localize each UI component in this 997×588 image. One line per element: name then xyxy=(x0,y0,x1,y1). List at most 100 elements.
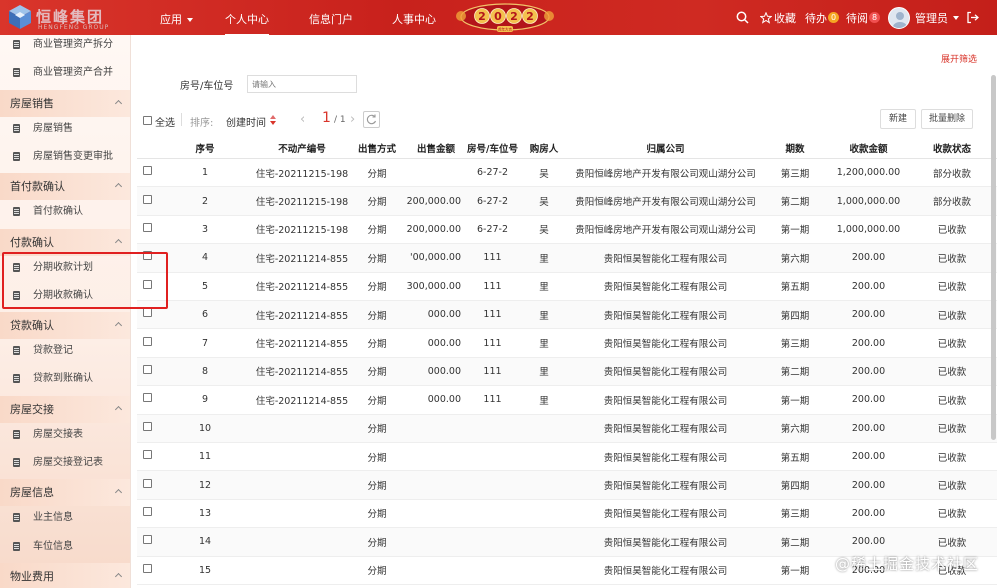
sidebar-item-18[interactable]: 车位信息 xyxy=(0,533,130,561)
row-checkbox[interactable] xyxy=(143,506,152,516)
sidebar-item-6[interactable]: 首付款确认 xyxy=(0,198,130,226)
table-row[interactable]: 9 住宅-20211214-855 分期 000.00 111 里 贵阳恒昊智能化工程有限公… xyxy=(137,386,997,415)
sort-field-created-time[interactable]: 创建时间 xyxy=(226,114,266,129)
table-row[interactable]: 6 住宅-20211214-855 分期 000.00 111 里 贵阳恒昊智能化工程有限公… xyxy=(137,301,997,330)
cell-payment-status: 已收款 xyxy=(937,225,967,237)
user-menu[interactable]: 管理员 xyxy=(888,0,959,35)
sidebar-item-12[interactable]: 贷款到账确认 xyxy=(0,365,130,393)
nav-personal-center[interactable]: 个人中心 xyxy=(225,11,269,36)
sidebar-group-10[interactable]: 贷款确认 xyxy=(0,312,130,340)
column-header-received-amount[interactable]: 收款金额 xyxy=(820,137,917,158)
sort-arrows-icon[interactable] xyxy=(270,115,276,125)
document-icon xyxy=(13,68,20,78)
column-header-seq[interactable]: 序号 xyxy=(187,137,223,158)
batch-delete-button[interactable]: 批量删除 xyxy=(921,109,973,129)
todo-button[interactable]: 待办 0 xyxy=(805,0,839,35)
next-page-icon[interactable]: › xyxy=(350,112,355,127)
cell-room-no xyxy=(465,471,520,498)
row-checkbox-cell xyxy=(143,159,155,186)
column-header-period[interactable]: 期数 xyxy=(770,137,820,158)
vertical-scrollbar[interactable] xyxy=(991,75,996,440)
expand-filter-link[interactable]: 展开筛选 xyxy=(941,52,977,65)
column-header-property-no[interactable]: 不动产编号 xyxy=(252,137,352,158)
to-read-button[interactable]: 待阅 8 xyxy=(846,0,880,35)
table-row[interactable]: 2 住宅-20211215-198 分期 ,200,000.00 6-27-2 吴 贵阳恒峰… xyxy=(137,187,997,216)
cell-room-no: 111 xyxy=(483,280,502,292)
cell-payment-status: 已收款 xyxy=(937,424,967,436)
caret-down-icon xyxy=(953,15,959,20)
column-header-room-no[interactable]: 房号/车位号 xyxy=(465,137,520,158)
sidebar-item-0[interactable]: 商业管理资产拆分 xyxy=(0,35,130,59)
table-row[interactable]: 10 分期 贵阳恒昊智能化工程有限公司 第六期 200.00 已收款 xyxy=(137,414,997,443)
row-checkbox[interactable] xyxy=(143,421,152,431)
cell-room-no: 111 xyxy=(483,394,502,406)
sidebar-group-13[interactable]: 房屋交接 xyxy=(0,395,130,423)
row-checkbox[interactable] xyxy=(143,393,152,403)
sidebar-item-label: 车位信息 xyxy=(33,540,73,552)
row-checkbox[interactable] xyxy=(143,308,152,318)
row-checkbox[interactable] xyxy=(143,478,152,488)
star-icon xyxy=(760,11,772,24)
sidebar-group-19[interactable]: 物业费用 xyxy=(0,562,130,588)
sidebar-item-17[interactable]: 业主信息 xyxy=(0,504,130,532)
nav-hr-center[interactable]: 人事中心 xyxy=(392,11,436,27)
room-number-input[interactable] xyxy=(247,75,357,93)
column-header-buyer[interactable]: 购房人 xyxy=(525,137,563,158)
sidebar-item-label: 房屋销售变更审批 xyxy=(33,150,113,162)
column-header-sale-amount[interactable]: 出售金额 xyxy=(407,137,465,158)
sidebar-item-15[interactable]: 房屋交接登记表 xyxy=(0,449,130,477)
column-header-company[interactable]: 归属公司 xyxy=(563,137,768,158)
sidebar-group-2[interactable]: 房屋销售 xyxy=(0,89,130,117)
sidebar-item-11[interactable]: 贷款登记 xyxy=(0,337,130,365)
sidebar-group-16[interactable]: 房屋信息 xyxy=(0,479,130,507)
table-row[interactable]: 5 住宅-20211214-855 分期 300,000.00 111 里 贵阳恒昊智能化工… xyxy=(137,273,997,301)
nav-apps[interactable]: 应用 xyxy=(160,11,193,27)
row-checkbox[interactable] xyxy=(143,450,152,460)
chevron-up-icon xyxy=(114,238,123,246)
table-row[interactable]: 12 分期 贵阳恒昊智能化工程有限公司 第四期 200.00 已收款 xyxy=(137,471,997,500)
prev-page-icon[interactable]: ‹ xyxy=(300,112,305,127)
row-checkbox[interactable] xyxy=(143,336,152,346)
row-checkbox[interactable] xyxy=(143,535,152,545)
table-row[interactable]: 8 住宅-20211214-855 分期 000.00 111 里 贵阳恒昊智能化工程有限公… xyxy=(137,357,997,387)
sidebar-item-3[interactable]: 房屋销售 xyxy=(0,115,130,143)
cell-sale-method: 分期 xyxy=(367,253,387,265)
table-row[interactable]: 13 分期 贵阳恒昊智能化工程有限公司 第三期 200.00 已收款 xyxy=(137,500,997,529)
row-checkbox[interactable] xyxy=(143,222,152,232)
table-row[interactable]: 4 住宅-20211214-855 分期 '00,000.00 111 里 贵阳恒昊智能化工… xyxy=(137,244,997,273)
column-header-payment-status[interactable]: 收款状态 xyxy=(917,137,987,158)
cell-property-no: 住宅-20211215-198 xyxy=(255,225,349,237)
document-icon xyxy=(13,123,20,133)
logout-icon[interactable] xyxy=(966,11,979,24)
nav-info-portal[interactable]: 信息门户 xyxy=(309,11,353,27)
cell-room-no: 111 xyxy=(483,252,502,264)
sidebar-item-14[interactable]: 房屋交接表 xyxy=(0,421,130,449)
table-row[interactable]: 1 住宅-20211215-198 分期 6-27-2 吴 贵阳恒峰房地产开发有限公司观山… xyxy=(137,159,997,188)
select-all-checkbox[interactable] xyxy=(143,116,152,125)
cell-payment-status: 已收款 xyxy=(937,481,967,493)
cell-buyer xyxy=(525,443,563,470)
refresh-button[interactable] xyxy=(363,111,380,128)
select-all-label[interactable]: 全选 xyxy=(155,114,175,129)
banner-digit-2: 0 xyxy=(494,10,502,23)
row-checkbox[interactable] xyxy=(143,563,152,573)
column-header-sale-method[interactable]: 出售方式 xyxy=(352,137,402,158)
new-button[interactable]: 新建 xyxy=(880,109,916,129)
table-row[interactable]: 3 住宅-20211215-198 分期 200,000.00 6-27-2 吴 贵阳恒峰房… xyxy=(137,216,997,245)
favorites-button[interactable]: 收藏 xyxy=(760,0,796,35)
cell-property-no: 住宅-20211214-855 xyxy=(255,253,349,265)
sidebar-group-5[interactable]: 首付款确认 xyxy=(0,173,130,201)
cell-sale-method: 分期 xyxy=(367,367,387,379)
cell-sale-method: 分期 xyxy=(367,225,387,237)
row-checkbox-cell xyxy=(143,358,155,385)
row-checkbox[interactable] xyxy=(143,166,152,176)
table-row[interactable]: 7 住宅-20211214-855 分期 000.00 111 里 贵阳恒昊智能化工程有限公… xyxy=(137,329,997,358)
row-checkbox[interactable] xyxy=(143,364,152,374)
search-icon[interactable] xyxy=(736,11,749,24)
sidebar-item-4[interactable]: 房屋销售变更审批 xyxy=(0,143,130,171)
sidebar-item-1[interactable]: 商业管理资产合并 xyxy=(0,59,130,87)
company-logo[interactable]: 恒峰集团 HENGFENG GROUP xyxy=(8,4,136,32)
table-row[interactable]: 11 分期 贵阳恒昊智能化工程有限公司 第五期 200.00 已收款 xyxy=(137,443,997,472)
row-checkbox[interactable] xyxy=(143,194,152,204)
document-icon xyxy=(13,429,20,439)
